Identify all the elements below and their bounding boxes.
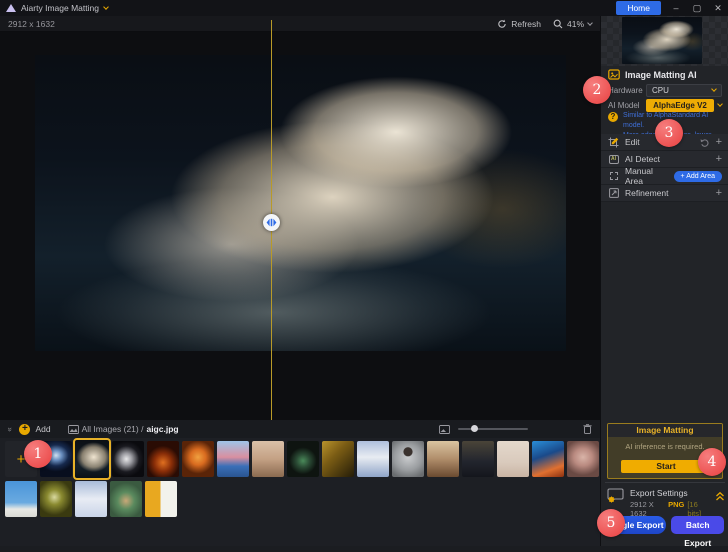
matting-box-title: Image Matting <box>608 424 722 437</box>
home-button[interactable]: Home <box>616 1 661 15</box>
annotation-1: 1 <box>24 440 52 468</box>
add-plus-icon: + <box>19 424 30 435</box>
add-label: Add <box>35 424 50 434</box>
thumbnail-size-slider[interactable] <box>458 428 528 430</box>
thumbnail-emerald-necklace[interactable] <box>287 441 319 477</box>
refinement-icon <box>609 188 619 198</box>
zoom-level: 41% <box>567 19 584 29</box>
hardware-row: Hardware CPU <box>601 83 728 97</box>
ai-model-label: AI Model <box>608 101 642 110</box>
ai-detect-expand-icon[interactable]: + <box>716 153 722 165</box>
collection-breadcrumb[interactable]: All Images (21) / aigc.jpg <box>68 424 179 434</box>
ai-model-chevron-down-icon[interactable] <box>717 101 723 107</box>
thumbnail-two-dogs[interactable] <box>110 481 142 517</box>
ai-model-row: AI Model AlphaEdge V2 <box>601 98 728 112</box>
ai-model-select[interactable]: AlphaEdge V2 <box>646 99 714 112</box>
maximize-button[interactable]: ▢ <box>691 3 703 14</box>
thumbnail-bearded-man[interactable] <box>392 441 424 477</box>
help-icon[interactable]: ? <box>608 112 618 122</box>
thumbnail-woman-at-table[interactable] <box>427 441 459 477</box>
filmstrip: » + Add All Images (21) / aigc.jpg <box>0 420 600 546</box>
thumb-row-2 <box>5 481 177 517</box>
add-area-button[interactable]: + Add Area <box>674 171 722 182</box>
manual-area-icon <box>610 172 618 180</box>
image-matting-ai-icon <box>608 69 620 80</box>
slider-handle[interactable] <box>471 425 478 432</box>
refresh-icon <box>497 19 507 29</box>
image-dimensions: 2912 x 1632 <box>8 19 55 29</box>
title-chevron-down-icon[interactable] <box>103 4 109 10</box>
annotation-3: 3 <box>655 119 683 147</box>
app-title: Aiarty Image Matting <box>21 3 99 13</box>
tool-manual-area[interactable]: Manual Area + Add Area <box>601 168 728 184</box>
collapse-export-icon[interactable] <box>715 491 725 502</box>
edit-crop-icon <box>608 137 619 148</box>
thumbnail-perfume-hand[interactable] <box>497 441 529 477</box>
hardware-value: CPU <box>652 86 669 95</box>
hardware-select[interactable]: CPU <box>646 84 722 97</box>
thumbnail-woman-with-flowers[interactable] <box>567 441 599 477</box>
tool-ai-detect[interactable]: AI AI Detect + <box>601 151 728 167</box>
collection-label: All Images (21) / <box>82 424 144 434</box>
canvas-toolbar: 2912 x 1632 Refresh 41% <box>0 16 600 32</box>
export-divider <box>605 482 725 483</box>
refinement-label: Refinement <box>625 188 710 198</box>
preview-image[interactable] <box>35 55 566 351</box>
thumbnail-white-statue[interactable] <box>112 441 144 477</box>
export-settings-title: Export Settings <box>630 488 709 498</box>
ai-detect-icon: AI <box>609 155 619 164</box>
ai-model-value: AlphaEdge V2 <box>653 101 707 110</box>
thumbnail-bride-veil[interactable] <box>357 441 389 477</box>
thumbnail-posing-woman[interactable] <box>252 441 284 477</box>
thumbnail-fire-figure[interactable] <box>147 441 179 477</box>
hardware-chevron-down-icon <box>711 86 717 92</box>
section-header: Image Matting AI <box>601 67 728 82</box>
add-image-button[interactable]: + Add <box>19 424 50 435</box>
thumb-row-1: + <box>5 441 599 478</box>
delete-image-icon[interactable] <box>583 424 592 434</box>
annotation-4: 4 <box>698 448 726 476</box>
undo-icon[interactable] <box>700 138 710 147</box>
collapse-filmstrip-icon[interactable]: » <box>6 427 15 431</box>
refresh-button[interactable]: Refresh <box>497 19 541 29</box>
close-button[interactable]: ✕ <box>712 3 724 14</box>
result-preview-thumbnail[interactable] <box>622 17 702 64</box>
window-controls: Home – ▢ ✕ <box>616 1 724 15</box>
annotation-2: 2 <box>583 76 611 104</box>
current-filename: aigc.jpg <box>146 424 178 434</box>
manual-area-label: Manual Area <box>625 166 668 186</box>
compare-slider-handle[interactable] <box>263 214 280 231</box>
thumbnail-man-in-suit[interactable] <box>462 441 494 477</box>
edit-expand-icon[interactable]: + <box>716 136 722 148</box>
hardware-label: Hardware <box>608 86 642 95</box>
thumbnail-woman-golden-light[interactable] <box>322 441 354 477</box>
zoom-control[interactable]: 41% <box>553 19 592 29</box>
magnifier-icon <box>553 19 563 29</box>
thumbnail-pink-hair-person[interactable] <box>217 441 249 477</box>
ai-detect-label: AI Detect <box>625 154 710 164</box>
batch-export-button[interactable]: Batch Export <box>671 516 724 534</box>
images-icon <box>68 425 79 434</box>
refresh-label: Refresh <box>511 19 541 29</box>
thumbnail-bride-dress[interactable] <box>75 481 107 517</box>
thumbnail-white-lion[interactable] <box>75 440 109 478</box>
app-logo-icon <box>6 4 16 12</box>
thumbnail-vibrant-woman[interactable] <box>532 441 564 477</box>
compare-arrows-icon <box>266 218 277 227</box>
main-canvas[interactable] <box>0 32 600 420</box>
annotation-5: 5 <box>597 509 625 537</box>
zoom-chevron-down-icon[interactable] <box>587 20 593 26</box>
minimize-button[interactable]: – <box>670 3 682 13</box>
export-settings-row[interactable]: Export Settings 2912 X 1632 PNG [16 bits… <box>607 488 725 518</box>
export-settings-icon <box>607 488 624 503</box>
tool-refinement[interactable]: Refinement + <box>601 185 728 201</box>
thumbnail-skateboarder[interactable] <box>5 481 37 517</box>
thumbnail-size-icon <box>439 425 450 434</box>
filmstrip-toolbar: » + Add All Images (21) / aigc.jpg <box>0 420 600 438</box>
thumbnail-dandelion-web[interactable] <box>40 481 72 517</box>
thumbnail-orange-cat[interactable] <box>182 441 214 477</box>
refinement-expand-icon[interactable]: + <box>716 187 722 199</box>
panel-title: Image Matting AI <box>625 70 697 80</box>
thumbnail-bicycle-plant[interactable] <box>145 481 177 517</box>
